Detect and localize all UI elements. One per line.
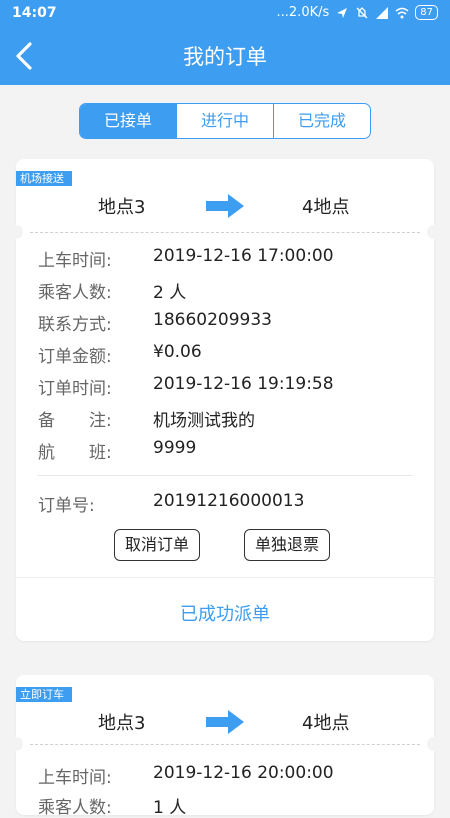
field-value: 机场测试我的 bbox=[153, 411, 255, 431]
app-header: 我的订单 bbox=[0, 28, 450, 85]
field-label: 航 班: bbox=[38, 443, 112, 463]
field-value: 2019-12-16 20:00:00 bbox=[153, 763, 334, 783]
order-status-text: 已成功派单 bbox=[180, 604, 270, 625]
location-icon bbox=[337, 7, 348, 18]
field-value: 2019-12-16 19:19:58 bbox=[153, 374, 334, 394]
field-value: ¥0.06 bbox=[153, 342, 202, 362]
mute-icon bbox=[356, 6, 368, 18]
right-arrow-icon bbox=[206, 194, 244, 218]
order-card: 立即订车 地点3 4地点 上车时间: 2019-12-16 20:00:00 乘… bbox=[9, 675, 441, 818]
field-label: 备 注: bbox=[38, 411, 112, 431]
dropoff-location: 4地点 bbox=[302, 713, 350, 734]
field-label: 上车时间: bbox=[38, 251, 112, 271]
cancel-order-button[interactable]: 取消订单 bbox=[114, 529, 201, 561]
status-icons: ...2.0K/s 87 bbox=[277, 5, 438, 20]
battery-icon: 87 bbox=[415, 5, 438, 20]
order-type-badge: 立即订车 bbox=[16, 687, 72, 702]
refund-ticket-button[interactable]: 单独退票 bbox=[244, 529, 331, 561]
field-label: 联系方式: bbox=[38, 315, 112, 335]
ticket-notch bbox=[9, 737, 23, 751]
route: 地点3 4地点 bbox=[16, 705, 434, 739]
order-status-tabs: 已接单 进行中 已完成 bbox=[79, 103, 371, 139]
field-label: 订单金额: bbox=[38, 347, 112, 367]
wifi-icon bbox=[395, 7, 409, 18]
field-value: 2 人 bbox=[153, 283, 187, 303]
field-label: 乘客人数: bbox=[38, 798, 112, 818]
field-value: 2019-12-16 17:00:00 bbox=[153, 246, 334, 266]
clock: 14:07 bbox=[12, 5, 57, 21]
right-arrow-icon bbox=[206, 710, 244, 734]
status-bar: 14:07 ...2.0K/s 87 bbox=[0, 0, 450, 28]
field-label: 订单号: bbox=[38, 496, 95, 516]
field-value: 9999 bbox=[153, 438, 197, 458]
tab-completed[interactable]: 已完成 bbox=[273, 104, 370, 138]
pickup-location: 地点3 bbox=[98, 197, 146, 218]
page-title: 我的订单 bbox=[183, 45, 267, 69]
field-label: 上车时间: bbox=[38, 768, 112, 788]
tab-in-progress[interactable]: 进行中 bbox=[176, 104, 273, 138]
field-label: 乘客人数: bbox=[38, 283, 112, 303]
order-card: 机场接送 地点3 4地点 上车时间: 2019-12-16 17:00:00 乘… bbox=[9, 159, 441, 641]
field-value: 20191216000013 bbox=[153, 491, 305, 511]
dashed-divider bbox=[30, 232, 420, 233]
pickup-location: 地点3 bbox=[98, 713, 146, 734]
ticket-notch bbox=[9, 225, 23, 239]
field-value: 1 人 bbox=[153, 798, 187, 818]
dashed-divider bbox=[30, 744, 420, 745]
route: 地点3 4地点 bbox=[16, 189, 434, 223]
tab-accepted[interactable]: 已接单 bbox=[80, 104, 176, 138]
field-label: 订单时间: bbox=[38, 379, 112, 399]
field-value: 18660209933 bbox=[153, 310, 272, 330]
ticket-notch bbox=[427, 225, 441, 239]
dropoff-location: 4地点 bbox=[302, 197, 350, 218]
divider bbox=[38, 475, 412, 476]
order-type-badge: 机场接送 bbox=[16, 171, 72, 186]
signal-icon bbox=[376, 6, 389, 19]
ticket-notch bbox=[427, 737, 441, 751]
divider bbox=[16, 577, 434, 578]
network-speed: ...2.0K/s bbox=[276, 5, 330, 20]
